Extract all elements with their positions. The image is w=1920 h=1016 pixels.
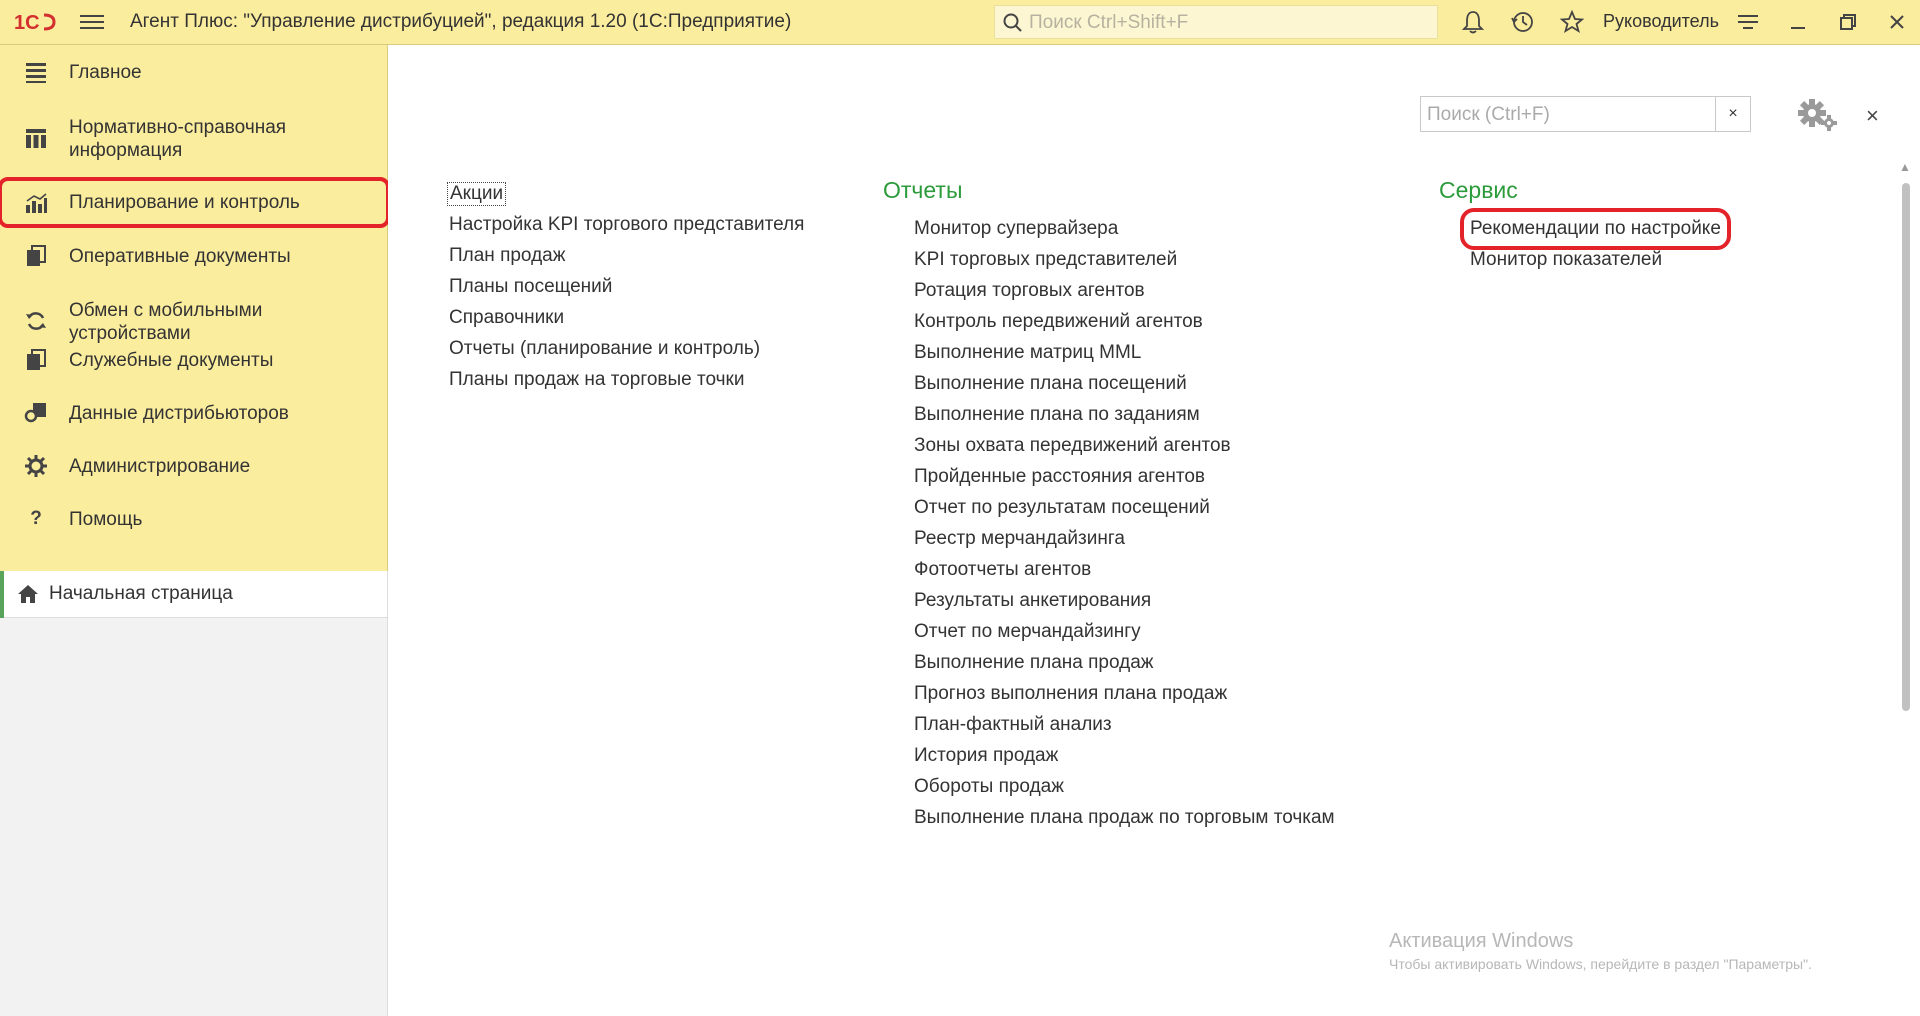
menu-icon[interactable]: [80, 11, 104, 33]
distributor-icon: [24, 403, 46, 423]
report-link[interactable]: История продаж: [914, 745, 1058, 767]
sidebar-item-help[interactable]: ? Помощь: [0, 504, 388, 534]
sidebar-item-mobile-exchange[interactable]: Обмен с мобильными устройствами: [0, 295, 388, 345]
sidebar-item-label: Оперативные документы: [69, 246, 291, 267]
home-page-label: Начальная страница: [49, 583, 233, 604]
global-search[interactable]: [994, 5, 1438, 39]
link-akcii[interactable]: Акции: [447, 182, 507, 206]
report-link[interactable]: Выполнение плана продаж по торговым точк…: [914, 807, 1335, 829]
sidebar-item-reference[interactable]: Нормативно-справочная информация: [0, 113, 388, 163]
logo-1c[interactable]: 1С: [14, 10, 56, 34]
report-link[interactable]: Ротация торговых агентов: [914, 280, 1145, 302]
group-heading-reports: Отчеты: [883, 177, 963, 203]
sidebar-home-page[interactable]: Начальная страница: [0, 571, 388, 618]
report-link[interactable]: Прогноз выполнения плана продаж: [914, 683, 1227, 705]
sidebar-item-label: Помощь: [69, 509, 143, 530]
sidebar-item-label: Обмен с мобильными устройствами: [69, 300, 263, 344]
sidebar-item-label: Нормативно-справочная информация: [69, 117, 287, 161]
report-link[interactable]: Реестр мерчандайзинга: [914, 528, 1125, 550]
app-title: Агент Плюс: "Управление дистрибуцией", р…: [130, 11, 792, 32]
report-link[interactable]: Выполнение матриц MML: [914, 342, 1141, 364]
report-link[interactable]: Выполнение плана посещений: [914, 373, 1187, 395]
report-link[interactable]: Выполнение плана продаж: [914, 652, 1154, 674]
report-link[interactable]: Обороты продаж: [914, 776, 1064, 798]
list-icon: [26, 63, 46, 83]
scroll-up-arrow-icon[interactable]: ▲: [1899, 160, 1911, 174]
star-icon[interactable]: [1559, 9, 1585, 35]
link-outlet-sales-plans[interactable]: Планы продаж на торговые точки: [449, 369, 744, 391]
group-heading-service: Сервис: [1439, 177, 1518, 203]
sidebar-item-label: Главное: [69, 62, 142, 83]
link-indicator-monitor[interactable]: Монитор показателей: [1470, 249, 1662, 271]
title-bar: 1С Агент Плюс: "Управление дистрибуцией"…: [0, 0, 1920, 45]
sidebar-item-main[interactable]: Главное: [0, 57, 388, 87]
sidebar-item-label: Планирование и контроль: [69, 192, 300, 213]
bell-icon[interactable]: [1460, 9, 1486, 35]
active-indicator: [0, 571, 4, 618]
chart-icon: [26, 193, 47, 213]
sidebar-item-label: Администрирование: [69, 456, 251, 477]
link-reports-planning[interactable]: Отчеты (планирование и контроль): [449, 338, 760, 360]
sidebar-item-service-docs[interactable]: Служебные документы: [0, 345, 388, 375]
report-link[interactable]: Зоны охвата передвижений агентов: [914, 435, 1231, 457]
scrollbar-thumb[interactable]: [1902, 183, 1910, 711]
sync-icon: [26, 312, 46, 330]
report-link[interactable]: Отчет по результатам посещений: [914, 497, 1210, 519]
minimize-icon[interactable]: [1785, 9, 1811, 35]
panel-search[interactable]: ×: [1420, 96, 1751, 132]
documents-icon: [27, 245, 46, 266]
panel-search-input[interactable]: [1425, 101, 1715, 129]
report-link[interactable]: Результаты анкетирования: [914, 590, 1151, 612]
sidebar-item-planning[interactable]: Планирование и контроль: [0, 177, 390, 228]
history-icon[interactable]: [1510, 9, 1536, 35]
close-icon[interactable]: [1884, 9, 1910, 35]
report-link[interactable]: Монитор супервайзера: [914, 218, 1118, 240]
clear-search-button[interactable]: ×: [1715, 97, 1750, 131]
windows-activation-title: Активация Windows: [1389, 930, 1574, 952]
user-name[interactable]: Руководитель: [1603, 11, 1719, 32]
link-catalogs[interactable]: Справочники: [449, 307, 564, 329]
sections-sidebar: Главное Нормативно-справочная информация…: [0, 45, 390, 571]
report-link[interactable]: Пройденные расстояния агентов: [914, 466, 1205, 488]
report-link[interactable]: Контроль передвижений агентов: [914, 311, 1203, 333]
report-link[interactable]: Отчет по мерчандайзингу: [914, 621, 1141, 643]
svg-text:1С: 1С: [14, 12, 40, 34]
sidebar-item-label: Служебные документы: [69, 350, 274, 371]
link-kpi-setup[interactable]: Настройка KPI торгового представителя: [449, 214, 804, 236]
section-panel: × × Акции Настройка KPI торгового предст…: [388, 45, 1920, 1016]
documents-icon: [27, 349, 46, 370]
report-link[interactable]: KPI торговых представителей: [914, 249, 1177, 271]
report-link[interactable]: План-фактный анализ: [914, 714, 1112, 736]
report-link[interactable]: Фотоотчеты агентов: [914, 559, 1091, 581]
windows-activation-text: Чтобы активировать Windows, перейдите в …: [1389, 956, 1812, 972]
global-search-input[interactable]: [1027, 10, 1431, 36]
close-panel-button[interactable]: ×: [1866, 103, 1879, 129]
settings-lines-icon[interactable]: [1735, 9, 1761, 35]
sidebar-item-distributor-data[interactable]: Данные дистрибьюторов: [0, 398, 388, 428]
gear-icon: [25, 455, 47, 477]
sidebar-item-label: Данные дистрибьюторов: [69, 403, 289, 424]
restore-icon[interactable]: [1835, 9, 1861, 35]
report-link[interactable]: Выполнение плана по заданиям: [914, 404, 1200, 426]
link-visit-plans[interactable]: Планы посещений: [449, 276, 612, 298]
gear-icon[interactable]: [1796, 97, 1840, 133]
help-icon: ?: [30, 508, 42, 529]
sidebar-item-operational-docs[interactable]: Оперативные документы: [0, 241, 388, 271]
link-sales-plan[interactable]: План продаж: [449, 245, 565, 267]
sidebar-item-administration[interactable]: Администрирование: [0, 451, 388, 481]
home-icon: [18, 585, 38, 603]
link-setup-recommendations[interactable]: Рекомендации по настройке: [1460, 208, 1731, 250]
sidebar-empty-area: [0, 618, 388, 1016]
columns-icon: [26, 129, 46, 148]
search-icon: [1003, 13, 1022, 32]
